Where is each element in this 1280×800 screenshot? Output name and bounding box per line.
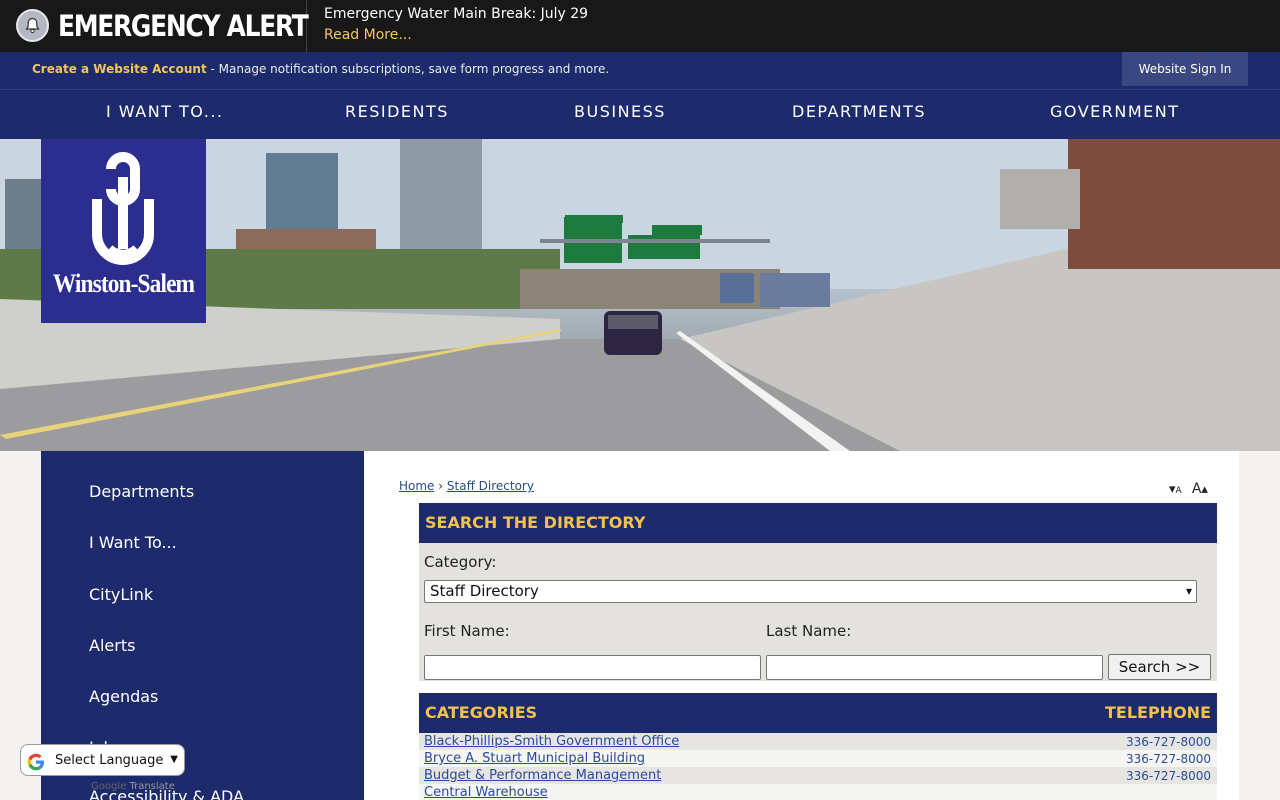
category-label: Category: — [424, 553, 497, 571]
categories-heading: CATEGORIES — [425, 703, 538, 722]
category-select[interactable]: Staff Directory ▾ — [424, 580, 1197, 603]
search-directory-header: SEARCH THE DIRECTORY — [419, 503, 1217, 543]
account-text: Create a Website Account - Manage notifi… — [32, 62, 609, 76]
search-directory-heading: SEARCH THE DIRECTORY — [425, 513, 646, 532]
text-resize-controls: ▾A A▴ — [1169, 481, 1208, 497]
search-form: Category: Staff Directory ▾ First Name: … — [419, 543, 1217, 681]
nav-item-departments[interactable]: DEPARTMENTS — [792, 102, 926, 121]
category-link[interactable]: Black-Phillips-Smith Government Office — [424, 734, 679, 749]
telephone-heading: TELEPHONE — [1104, 703, 1211, 722]
account-description: - Manage notification subscriptions, sav… — [206, 62, 610, 76]
nav-item-i-want-to[interactable]: I WANT TO... — [106, 102, 224, 121]
alert-label-area: EMERGENCY ALERT — [0, 0, 309, 52]
language-select[interactable]: Select Language ▼ — [20, 744, 185, 776]
account-bar: Create a Website Account - Manage notifi… — [0, 52, 1280, 89]
google-wordmark: Google — [91, 781, 127, 792]
nav-item-government[interactable]: GOVERNMENT — [1050, 102, 1180, 121]
category-link[interactable]: Budget & Performance Management — [424, 768, 661, 783]
sidebar-item-citylink[interactable]: CityLink — [89, 585, 153, 604]
breadcrumb-current-link[interactable]: Staff Directory — [447, 479, 534, 493]
text-decrease-button[interactable]: ▾A — [1169, 482, 1182, 497]
category-phone: 336-727-8000 — [1125, 752, 1211, 766]
text-increase-button[interactable]: A▴ — [1191, 481, 1208, 497]
chevron-down-icon: ▾ — [1185, 584, 1192, 598]
alert-read-more-link[interactable]: Read More... — [324, 27, 412, 43]
emergency-alert-bar: EMERGENCY ALERT Emergency Water Main Bre… — [0, 0, 1280, 52]
main-navigation: I WANT TO... RESIDENTS BUSINESS DEPARTME… — [0, 89, 1280, 139]
last-name-input[interactable] — [766, 655, 1103, 680]
alert-message: Emergency Water Main Break: July 29 — [324, 6, 589, 22]
nav-item-residents[interactable]: RESIDENTS — [345, 102, 449, 121]
category-link[interactable]: Bryce A. Stuart Municipal Building — [424, 751, 645, 766]
table-row: Budget & Performance Management 336-727-… — [419, 767, 1217, 784]
create-account-link[interactable]: Create a Website Account — [32, 62, 207, 76]
language-select-label: Select Language — [55, 753, 164, 768]
category-select-value: Staff Directory — [430, 582, 539, 600]
first-name-label: First Name: — [424, 622, 510, 640]
chevron-down-icon: ▼ — [170, 754, 178, 765]
text-decrease-label: A — [1175, 486, 1182, 496]
text-increase-label: A — [1191, 481, 1202, 497]
main-content: Home › Staff Directory ▾A A▴ SEARCH THE … — [364, 451, 1239, 800]
table-row: Black-Phillips-Smith Government Office 3… — [419, 733, 1217, 750]
website-sign-in-button[interactable]: Website Sign In — [1122, 52, 1248, 86]
translate-wordmark: Translate — [129, 781, 175, 792]
first-name-input[interactable] — [424, 655, 761, 680]
last-name-label: Last Name: — [766, 622, 852, 640]
breadcrumb-home-link[interactable]: Home — [399, 479, 434, 493]
sidebar-item-departments[interactable]: Departments — [89, 482, 194, 501]
sidebar-item-i-want-to[interactable]: I Want To... — [89, 533, 177, 552]
table-row: Bryce A. Stuart Municipal Building 336-7… — [419, 750, 1217, 767]
category-phone: 336-727-8000 — [1125, 735, 1211, 749]
table-row: Central Warehouse — [419, 784, 1217, 800]
category-link[interactable]: Central Warehouse — [424, 785, 548, 800]
categories-header: CATEGORIES TELEPHONE — [419, 693, 1217, 733]
search-button[interactable]: Search >> — [1108, 654, 1211, 680]
logo-text: Winston-Salem — [52, 269, 195, 298]
alert-title: EMERGENCY ALERT — [58, 9, 309, 43]
sidebar-item-agendas[interactable]: Agendas — [89, 687, 158, 706]
category-phone: 336-727-8000 — [1125, 769, 1211, 783]
breadcrumb: Home › Staff Directory — [399, 479, 534, 493]
winston-salem-logo[interactable]: Winston-Salem — [41, 139, 206, 323]
sidebar-item-alerts[interactable]: Alerts — [89, 636, 135, 655]
google-icon — [27, 753, 44, 771]
breadcrumb-separator: › — [438, 479, 444, 493]
powered-by-translate: Google Translate — [91, 781, 175, 792]
nav-item-business[interactable]: BUSINESS — [574, 102, 666, 121]
bell-icon — [16, 9, 49, 42]
